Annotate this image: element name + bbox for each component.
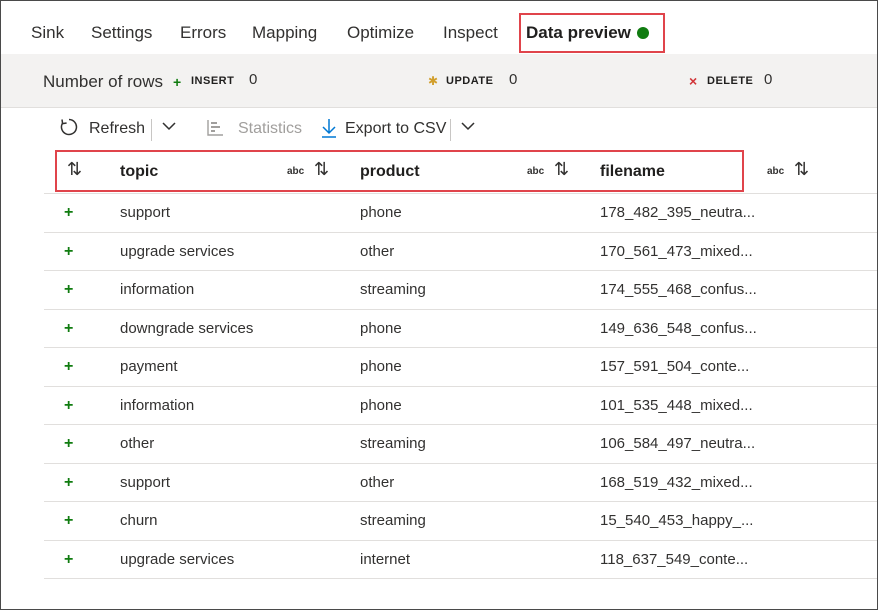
delete-label: DELETE: [707, 75, 754, 87]
insert-row-icon: +: [64, 550, 74, 568]
refresh-button[interactable]: Refresh: [89, 120, 145, 138]
cell-filename: 149_636_548_confus...: [600, 319, 757, 337]
insert-count: 0: [249, 71, 258, 88]
column-header-filename[interactable]: filename: [600, 163, 665, 181]
insert-row-icon: +: [64, 358, 74, 375]
statistics-button[interactable]: Statistics: [238, 120, 302, 138]
tab-optimize[interactable]: Optimize: [347, 23, 414, 43]
cell-topic: support: [120, 204, 171, 221]
refresh-options-chevron-down-icon[interactable]: [161, 118, 177, 139]
cell-filename: 118_637_549_conte...: [600, 550, 749, 568]
tab-mapping[interactable]: Mapping: [252, 23, 317, 43]
insert-row-icon: +: [64, 435, 74, 452]
cell-filename: 101_535_448_mixed...: [600, 396, 753, 414]
cell-filename: 178_482_395_neutra...: [600, 204, 756, 221]
delete-count: 0: [764, 71, 773, 88]
cell-filename: 170_561_473_mixed...: [600, 242, 753, 260]
table-row[interactable]: + information streaming 174_555_468_confus.…: [44, 271, 877, 310]
cell-topic: churn: [120, 512, 158, 529]
export-options-chevron-down-icon[interactable]: [460, 118, 476, 139]
tab-data-preview[interactable]: Data preview: [526, 23, 631, 43]
cell-topic: support: [120, 473, 171, 491]
insert-row-icon: +: [64, 242, 74, 260]
status-dot-icon: [637, 27, 649, 39]
column-header-product[interactable]: product: [360, 163, 420, 181]
product-type-badge: abc: [527, 166, 545, 177]
update-icon: ✱: [428, 74, 439, 88]
cell-product: phone: [360, 204, 402, 221]
cell-product: streaming: [360, 512, 426, 529]
toolbar-divider: [151, 119, 152, 141]
data-preview-panel: Sink Settings Errors Mapping Optimize In…: [0, 0, 878, 610]
table-row[interactable]: + upgrade services internet 118_637_549_con…: [44, 541, 877, 579]
row-count-summary: Number of rows + INSERT 0 ✱ UPDATE 0 × D…: [1, 54, 877, 108]
tab-bar: Sink Settings Errors Mapping Optimize In…: [1, 1, 877, 53]
cell-topic: payment: [120, 358, 178, 375]
insert-label: INSERT: [191, 75, 235, 87]
preview-toolbar: Refresh Statistics Export to CSV: [1, 109, 877, 149]
cell-product: other: [360, 473, 395, 491]
cell-filename: 15_540_453_happy_...: [600, 512, 754, 529]
cell-topic: upgrade services: [120, 242, 235, 260]
insert-row-icon: +: [64, 396, 74, 414]
table-row[interactable]: + support phone 178_482_395_neutra...: [44, 194, 877, 233]
data-grid-body: + support phone 178_482_395_neutra... + upgr…: [44, 194, 877, 579]
cell-topic: upgrade services: [120, 550, 235, 568]
statistics-icon: [206, 119, 224, 142]
cell-product: streaming: [360, 281, 426, 298]
topic-type-badge: abc: [287, 166, 305, 177]
tab-errors[interactable]: Errors: [180, 23, 226, 43]
insert-row-icon: +: [64, 319, 74, 337]
row-sort-icon[interactable]: ⇅: [67, 159, 82, 180]
tab-settings[interactable]: Settings: [91, 23, 152, 43]
refresh-icon[interactable]: [59, 117, 79, 142]
toolbar-divider: [450, 119, 451, 141]
cell-product: streaming: [360, 435, 426, 452]
insert-row-icon: +: [64, 473, 74, 491]
topic-sort-icon[interactable]: ⇅: [314, 159, 329, 180]
cell-product: phone: [360, 396, 402, 414]
cell-product: phone: [360, 358, 402, 375]
cell-filename: 168_519_432_mixed...: [600, 473, 753, 491]
cell-topic: information: [120, 396, 195, 414]
insert-row-icon: +: [64, 281, 74, 298]
delete-icon: ×: [689, 73, 698, 89]
table-row[interactable]: + payment phone 157_591_504_conte...: [44, 348, 877, 387]
insert-icon: +: [173, 74, 182, 90]
table-row[interactable]: + information phone 101_535_448_mixed...: [44, 387, 877, 425]
table-row[interactable]: + churn streaming 15_540_453_happy_...: [44, 502, 877, 541]
insert-row-icon: +: [64, 204, 74, 221]
update-label: UPDATE: [446, 75, 494, 87]
update-count: 0: [509, 71, 518, 88]
download-icon[interactable]: [321, 118, 337, 143]
filename-type-badge: abc: [767, 166, 785, 177]
cell-topic: other: [120, 435, 155, 452]
cell-filename: 174_555_468_confus...: [600, 281, 757, 298]
product-sort-icon[interactable]: ⇅: [554, 159, 569, 180]
table-row[interactable]: + other streaming 106_584_497_neutra...: [44, 425, 877, 464]
cell-product: other: [360, 242, 395, 260]
cell-product: internet: [360, 550, 411, 568]
table-row[interactable]: + downgrade services phone 149_636_548_conf…: [44, 310, 877, 348]
column-header-topic[interactable]: topic: [120, 163, 158, 181]
tab-inspect[interactable]: Inspect: [443, 23, 498, 43]
insert-row-icon: +: [64, 512, 74, 529]
tab-sink[interactable]: Sink: [31, 23, 64, 43]
cell-topic: information: [120, 281, 195, 298]
table-row[interactable]: + support other 168_519_432_mixed...: [44, 464, 877, 502]
cell-filename: 157_591_504_conte...: [600, 358, 750, 375]
table-row[interactable]: + upgrade services other 170_561_473_mixed.…: [44, 233, 877, 271]
cell-topic: downgrade services: [120, 319, 254, 337]
cell-filename: 106_584_497_neutra...: [600, 435, 756, 452]
export-csv-button[interactable]: Export to CSV: [345, 120, 446, 138]
rows-label: Number of rows: [43, 72, 163, 91]
filename-sort-icon[interactable]: ⇅: [794, 159, 809, 180]
cell-product: phone: [360, 319, 402, 337]
